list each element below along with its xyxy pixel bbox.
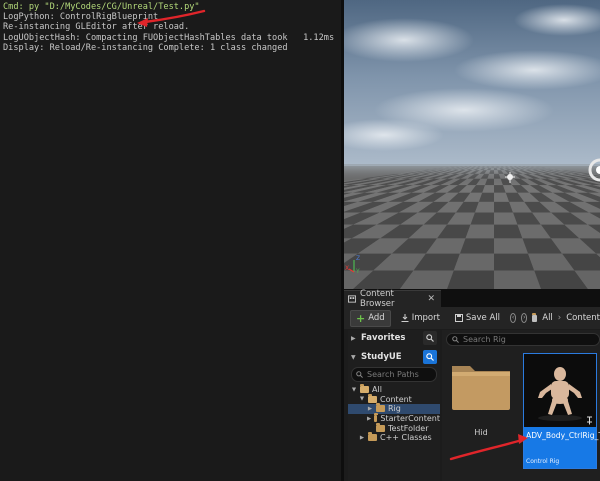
favorites-label: Favorites xyxy=(361,333,406,343)
tree-item-label: Rig xyxy=(388,404,401,414)
content-browser-toolbar: + Add Import Save All ‹ › All › Content xyxy=(344,307,600,329)
save-icon xyxy=(454,314,463,322)
control-rig-asset-tile[interactable]: ADV_Body_CtrlRig_Test Control Rig xyxy=(523,353,600,469)
asset-view: Search Rig Hid ADV_Body_CtrlRig_ Control… xyxy=(442,330,600,481)
search-paths-placeholder: Search Paths xyxy=(367,370,419,379)
search-paths-input[interactable]: Search Paths xyxy=(351,367,437,382)
asset-tile-type: Control Rig xyxy=(526,458,560,465)
search-icon xyxy=(452,336,459,343)
import-icon xyxy=(401,314,409,322)
tab-label: Content Browser xyxy=(360,289,395,309)
close-icon[interactable]: ✕ xyxy=(427,294,435,304)
tree-item-label: All xyxy=(372,385,382,395)
tab-content-browser[interactable]: Content Browser ✕ xyxy=(344,289,441,309)
project-header[interactable]: ▼ StudyUE xyxy=(348,349,440,365)
import-label: Import xyxy=(411,313,440,323)
history-back-icon[interactable]: ‹ xyxy=(510,313,517,323)
breadcrumb-all[interactable]: All xyxy=(542,313,553,323)
favorites-search-button[interactable] xyxy=(423,331,437,345)
expand-arrow-icon[interactable]: ▶ xyxy=(359,435,365,441)
level-viewport[interactable]: X Y Z xyxy=(344,0,600,289)
tree-item-label: C++ Classes xyxy=(380,433,432,443)
svg-text:Y: Y xyxy=(355,268,360,275)
project-search-button[interactable] xyxy=(423,350,437,364)
asset-thumbnail xyxy=(524,354,596,427)
sources-panel: ▶ Favorites ▼ StudyUE Search Paths ▼ All ▼… xyxy=(348,330,440,481)
tree-item-label: TestFolder xyxy=(388,423,429,433)
asset-search-input[interactable]: Search Rig xyxy=(446,333,600,346)
folder-icon xyxy=(368,393,377,403)
tab-bar: Content Browser ✕ xyxy=(344,289,600,309)
save-all-label: Save All xyxy=(465,313,501,323)
favorites-header[interactable]: ▶ Favorites xyxy=(348,330,440,346)
log-line: LogUObjectHash: Compacting FUObjectHashT… xyxy=(3,32,335,43)
tree-item-content[interactable]: ▼ Content xyxy=(348,393,440,405)
folder-icon xyxy=(374,413,379,423)
folder-tree: ▼ All ▼ Content ▶ Rig ▶ StarterContent TestFolde… xyxy=(348,384,440,443)
log-line: Re-instancing GLEditor after reload. xyxy=(3,22,190,33)
output-log: Cmd: py "D:/MyCodes/CG/Unreal/Test.py" Lo… xyxy=(0,0,341,481)
search-icon xyxy=(426,353,434,361)
collapse-arrow-icon[interactable]: ▼ xyxy=(351,387,357,393)
folder-icon xyxy=(368,432,377,442)
folder-icon xyxy=(376,422,385,432)
content-browser: Content Browser ✕ + Add Import Save All … xyxy=(344,289,600,481)
search-icon xyxy=(426,334,434,342)
save-all-button[interactable]: Save All xyxy=(450,311,505,326)
add-button[interactable]: + Add xyxy=(350,309,391,327)
tree-item-all[interactable]: ▼ All xyxy=(348,384,440,395)
expand-arrow-icon[interactable]: ▶ xyxy=(367,406,373,412)
collapse-arrow-icon[interactable]: ▼ xyxy=(359,396,365,402)
add-label: Add xyxy=(368,313,385,323)
log-line: Cmd: py "D:/MyCodes/CG/Unreal/Test.py" xyxy=(3,2,200,12)
search-icon xyxy=(356,371,363,378)
pin-icon[interactable] xyxy=(585,416,594,425)
svg-text:Z: Z xyxy=(356,255,360,262)
import-button[interactable]: Import xyxy=(396,311,445,326)
tree-item-label: StarterContent xyxy=(380,414,440,424)
folder-tile-label: Hid xyxy=(474,428,488,437)
plus-icon: + xyxy=(356,311,366,325)
tree-item-c-classes[interactable]: ▶ C++ Classes xyxy=(348,432,440,443)
log-line: LogPython: ControlRigBlueprint xyxy=(3,12,159,23)
asset-tile-name: ADV_Body_CtrlRig_Test xyxy=(526,431,600,440)
folder-icon xyxy=(376,403,385,413)
history-forward-icon[interactable]: › xyxy=(521,313,528,323)
folder-icon xyxy=(360,384,369,394)
folder-tile[interactable]: Hid xyxy=(448,360,514,450)
asset-search-placeholder: Search Rig xyxy=(463,335,506,344)
collapse-arrow-icon: ▼ xyxy=(351,353,356,361)
svg-text:X: X xyxy=(345,265,349,272)
tree-item-testfolder[interactable]: TestFolder xyxy=(348,422,440,433)
content-browser-icon xyxy=(348,295,357,303)
folder-icon xyxy=(532,312,538,322)
tree-item-label: Content xyxy=(380,394,412,404)
expand-arrow-icon: ▶ xyxy=(351,334,356,342)
breadcrumb-content[interactable]: Content xyxy=(566,313,600,323)
breadcrumb-separator: › xyxy=(557,313,562,323)
expand-arrow-icon[interactable]: ▶ xyxy=(367,416,371,422)
log-line: Display: Reload/Re-instancing Complete: … xyxy=(3,42,288,53)
asset-info: ADV_Body_CtrlRig_Test Control Rig xyxy=(524,427,600,468)
folder-icon xyxy=(452,366,510,410)
tree-item-rig[interactable]: ▶ Rig xyxy=(348,403,440,414)
tree-item-startercontent[interactable]: ▶ StarterContent xyxy=(348,413,440,424)
project-label: StudyUE xyxy=(361,352,402,362)
